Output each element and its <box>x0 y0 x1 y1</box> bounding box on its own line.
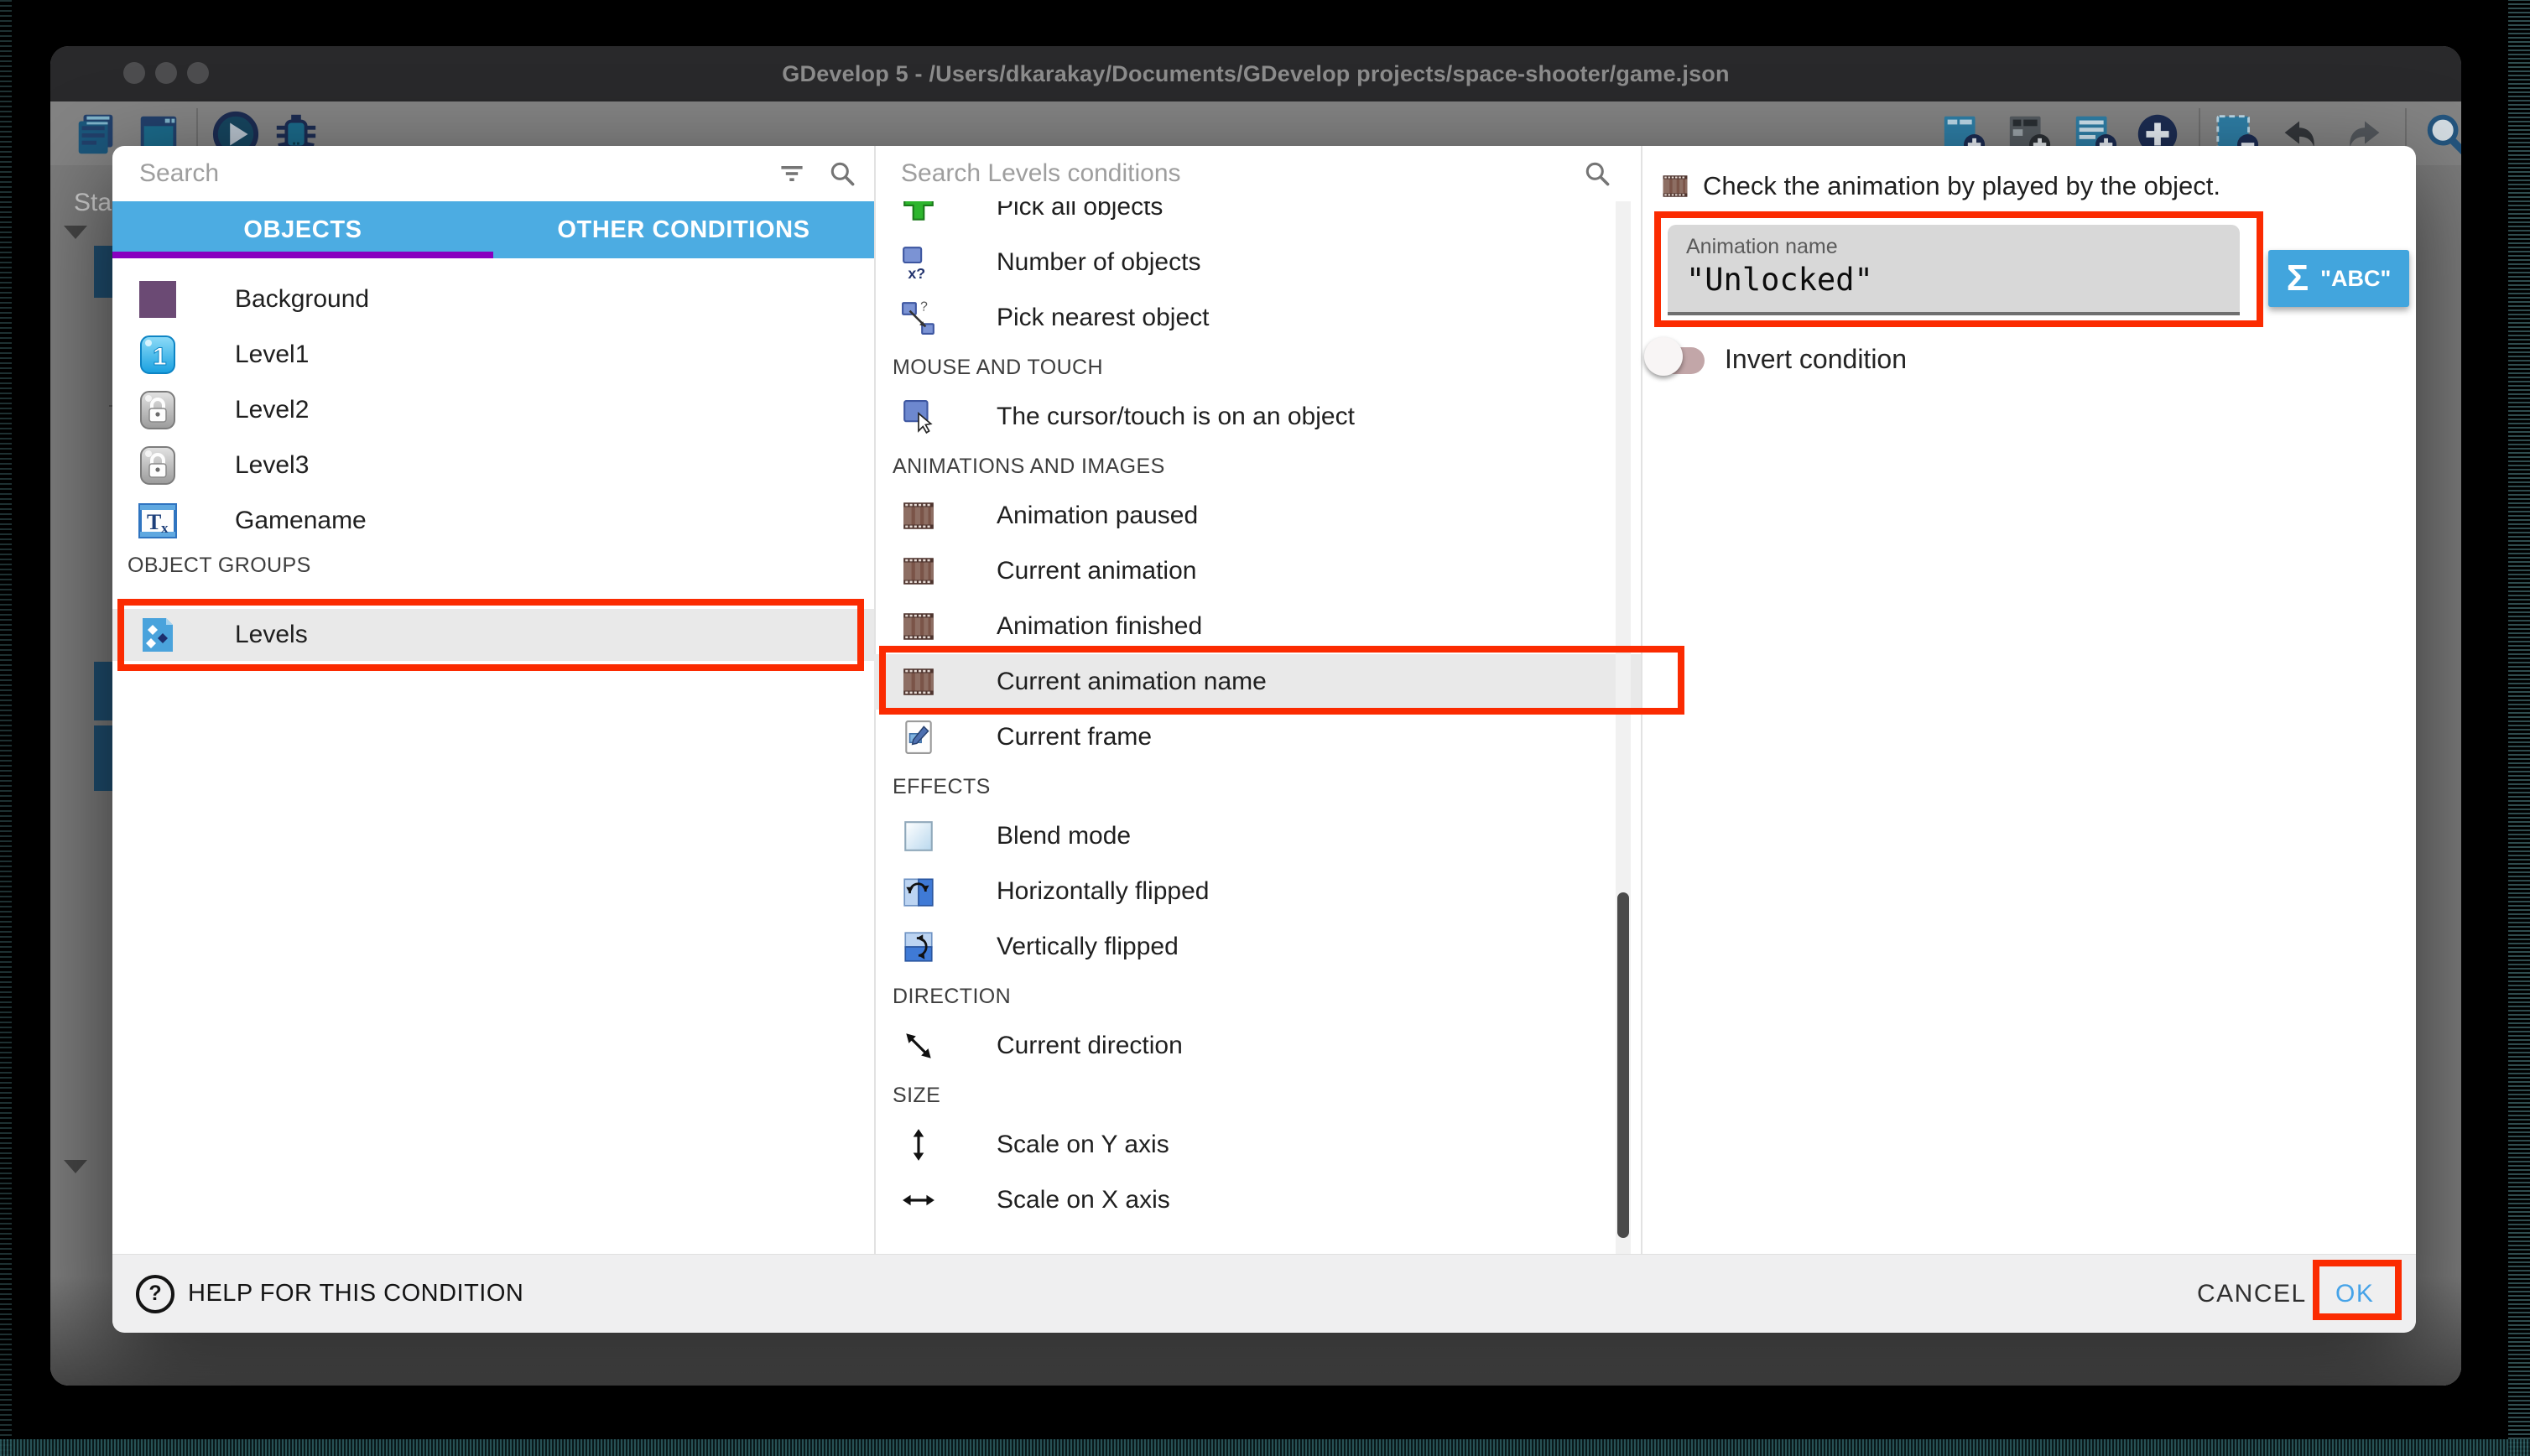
pick-nearest-object-icon <box>901 300 936 335</box>
event-disclosure-caret <box>64 226 87 239</box>
horizontal-flip-icon <box>901 874 936 909</box>
window-titlebar: GDevelop 5 - /Users/dkarakay/Documents/G… <box>50 46 2461 101</box>
object-row-level1[interactable]: Level1 <box>112 327 874 382</box>
help-icon[interactable]: ? <box>136 1275 174 1313</box>
object-row-level2[interactable]: Level2 <box>112 382 874 438</box>
pick-all-objects-icon <box>901 201 936 225</box>
background-object-icon <box>138 279 178 320</box>
condition-row[interactable]: The cursor/touch is on an object <box>874 389 1641 445</box>
scrollbar-thumb[interactable] <box>1617 892 1629 1238</box>
filmstrip-icon <box>901 664 936 699</box>
condition-row[interactable]: Current frame <box>874 710 1641 765</box>
object-row-background[interactable]: Background <box>112 272 874 327</box>
condition-row[interactable]: Pick all objects <box>874 201 1641 235</box>
wallpaper-edge-right <box>2508 0 2530 1456</box>
search-icon[interactable] <box>1582 159 1612 189</box>
condition-section-header: ANIMATIONS AND IMAGES <box>874 445 1641 488</box>
filmstrip-icon <box>901 498 936 533</box>
condition-row[interactable]: Vertically flipped <box>874 919 1641 975</box>
window-title: GDevelop 5 - /Users/dkarakay/Documents/G… <box>50 46 2461 101</box>
direction-arrow-icon <box>901 1028 936 1063</box>
object-label: Gamename <box>235 507 367 535</box>
tab-other-conditions[interactable]: OTHER CONDITIONS <box>493 201 874 258</box>
condition-row[interactable]: Animation finished <box>874 599 1641 654</box>
lock-icon <box>138 390 178 430</box>
left-tab-bar: OBJECTS OTHER CONDITIONS <box>112 201 874 258</box>
event-disclosure-caret <box>64 1160 87 1173</box>
current-frame-icon <box>901 720 936 755</box>
condition-section-header: SIZE <box>874 1074 1641 1117</box>
object-groups-header: OBJECT GROUPS <box>128 554 311 578</box>
condition-row[interactable]: Number of objects <box>874 235 1641 290</box>
condition-row[interactable]: Pick nearest object <box>874 290 1641 346</box>
invert-condition-toggle-knob[interactable] <box>1644 337 1683 376</box>
object-label: Level2 <box>235 396 309 424</box>
condition-description-row: Check the animation by played by the obj… <box>1661 171 2399 201</box>
condition-row-current-animation-name[interactable]: Current animation name <box>874 654 1641 710</box>
scale-y-icon <box>901 1127 936 1162</box>
animation-name-field[interactable]: Animation name "Unlocked" <box>1668 225 2240 315</box>
object-row-gamename[interactable]: Gamename <box>112 493 874 549</box>
object-search-row <box>138 146 758 201</box>
scene-tab-label: Sta <box>74 189 112 217</box>
object-group-label: Levels <box>235 621 308 649</box>
condition-search-input[interactable] <box>899 159 1554 189</box>
filmstrip-icon <box>901 554 936 589</box>
column-divider <box>1641 146 1642 1254</box>
field-label: Animation name <box>1686 235 1838 259</box>
object-group-row-levels[interactable]: Levels <box>112 609 874 661</box>
scale-x-icon <box>901 1183 936 1218</box>
object-label: Level3 <box>235 451 309 480</box>
object-group-icon <box>138 615 178 655</box>
cursor-on-object-icon <box>901 399 936 434</box>
filmstrip-icon <box>1661 172 1689 200</box>
condition-section-header: EFFECTS <box>874 765 1641 809</box>
level1-object-icon <box>138 335 178 375</box>
condition-row[interactable]: Scale on X axis <box>874 1173 1641 1228</box>
condition-row[interactable]: Current direction <box>874 1018 1641 1074</box>
ok-button[interactable]: OK <box>2335 1255 2374 1333</box>
condition-row[interactable]: Horizontally flipped <box>874 864 1641 919</box>
tab-objects[interactable]: OBJECTS <box>112 201 493 258</box>
active-tab-underline <box>112 252 493 258</box>
help-link[interactable]: HELP FOR THIS CONDITION <box>188 1280 523 1308</box>
condition-row[interactable]: Animation paused <box>874 488 1641 543</box>
cancel-button[interactable]: CANCEL <box>2197 1255 2307 1333</box>
wallpaper-edge-left <box>0 0 12 1456</box>
expression-editor-button[interactable]: Σ "ABC" <box>2268 250 2409 307</box>
search-icon[interactable] <box>827 159 857 189</box>
invert-condition-label: Invert condition <box>1725 344 1907 375</box>
condition-search-row <box>899 146 1554 201</box>
filmstrip-icon <box>901 609 936 644</box>
wallpaper-edge-bottom <box>0 1439 2530 1456</box>
sigma-icon: Σ <box>2287 260 2309 297</box>
blend-mode-icon <box>901 819 936 854</box>
condition-editor-dialog: OBJECTS OTHER CONDITIONS Background Leve… <box>112 146 2416 1332</box>
condition-row[interactable]: Scale on Y axis <box>874 1117 1641 1173</box>
condition-description: Check the animation by played by the obj… <box>1703 171 2220 201</box>
dialog-footer: ? HELP FOR THIS CONDITION CANCEL OK <box>112 1254 2416 1333</box>
vertical-flip-icon <box>901 929 936 965</box>
text-object-icon <box>138 501 178 541</box>
object-label: Background <box>235 285 369 314</box>
object-label: Level1 <box>235 341 309 369</box>
condition-list: Pick all objects Number of objects Pick … <box>874 201 1641 1254</box>
condition-row[interactable]: Current animation <box>874 543 1641 599</box>
condition-section-header: MOUSE AND TOUCH <box>874 346 1641 389</box>
condition-section-header: DIRECTION <box>874 975 1641 1018</box>
number-of-objects-icon <box>901 245 936 280</box>
search-tool-icon[interactable] <box>2422 110 2461 159</box>
condition-row[interactable]: Blend mode <box>874 809 1641 864</box>
lock-icon <box>138 445 178 486</box>
field-value: "Unlocked" <box>1686 262 1873 298</box>
object-row-level3[interactable]: Level3 <box>112 438 874 493</box>
object-search-input[interactable] <box>138 159 758 189</box>
filter-icon[interactable] <box>777 159 807 189</box>
